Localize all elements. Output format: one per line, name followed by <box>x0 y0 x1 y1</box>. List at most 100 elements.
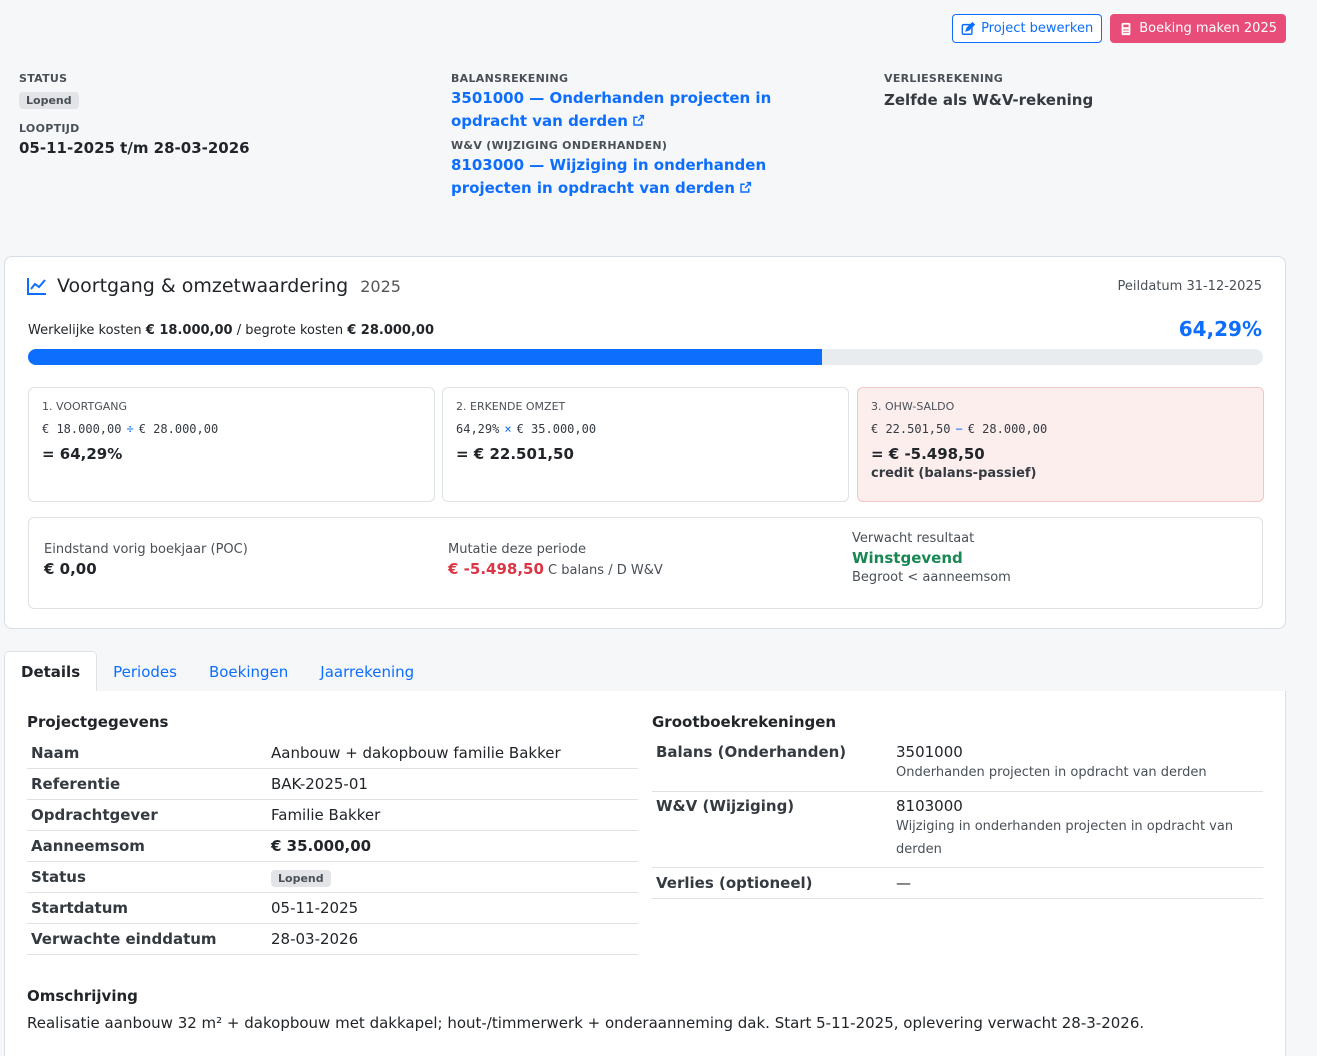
mutatie-note: C balans / D W&V <box>543 563 663 578</box>
mutatie-block: Mutatie deze periode € -5.498,50 C balan… <box>448 542 663 578</box>
edit-project-button[interactable]: Project bewerken <box>952 14 1103 43</box>
balans-account-link[interactable]: 3501000 — Onderhanden projecten in opdra… <box>451 87 841 133</box>
voortgang-card: 1. VOORTGANG € 18.000,00 ÷ € 28.000,00 = 6… <box>28 387 435 502</box>
verlies-label: VERLIESREKENING <box>884 72 1004 85</box>
ohw-saldo-card: 3. OHW-SALDO € 22.501,50− € 28.000,00 = €… <box>857 387 1264 502</box>
row-key: Aanneemsom <box>31 837 145 855</box>
table-row: Startdatum 05-11-2025 <box>27 893 638 924</box>
ohw-saldo-label: 3. OHW-SALDO <box>871 400 955 413</box>
progress-percentage: 64,29% <box>1178 317 1262 341</box>
row-key: Verwachte einddatum <box>31 930 217 948</box>
erkende-omzet-result: = € 22.501,50 <box>456 445 574 463</box>
row-key: Referentie <box>31 775 121 793</box>
progress-bar-fill <box>28 349 822 365</box>
mutatie-label: Mutatie deze periode <box>448 542 586 557</box>
account-number: 3501000 <box>896 743 963 761</box>
eindstand-value: € 0,00 <box>44 560 97 578</box>
account-description: Onderhanden projecten in opdracht van de… <box>896 765 1207 780</box>
account-description: Wijziging in onderhanden projecten in op… <box>896 819 1234 857</box>
progress-card-header: Voortgang & omzetwaardering 2025 <box>27 275 401 297</box>
eindstand-block: Eindstand vorig boekjaar (POC) € 0,00 <box>44 542 248 578</box>
calculator-icon <box>1121 22 1131 35</box>
minus-operator: − <box>955 422 963 436</box>
row-value: 05-11-2025 <box>271 899 359 917</box>
actual-costs: € 18.000,00 <box>145 323 233 338</box>
tab-boekingen[interactable]: Boekingen <box>193 651 304 692</box>
progress-bar <box>28 349 1263 365</box>
resultaat-note: Begroot < aanneemsom <box>852 570 1011 585</box>
looptijd-label: LOOPTIJD <box>19 122 80 135</box>
aanneemsom-value: € 35.000,00 <box>271 837 372 855</box>
table-row: W&V (Wijziging) 8103000 Wijziging in ond… <box>652 792 1263 868</box>
status-column: STATUS Lopend LOOPTIJD 05-11-2025 t/m 28… <box>19 72 419 157</box>
row-key: Verlies (optioneel) <box>656 874 813 892</box>
ohw-saldo-note: credit (balans-passief) <box>871 466 1037 481</box>
erkende-omzet-label: 2. ERKENDE OMZET <box>456 400 566 413</box>
budget-costs: € 28.000,00 <box>347 323 435 338</box>
row-key: Opdrachtgever <box>31 806 158 824</box>
costs-prefix: Werkelijke kosten <box>28 323 146 338</box>
row-value: 28-03-2026 <box>271 930 359 948</box>
voortgang-formula: € 18.000,00 ÷ € 28.000,00 <box>42 422 421 436</box>
omschrijving-title: Omschrijving <box>27 987 138 1005</box>
balans-label: BALANSREKENING <box>451 72 569 85</box>
create-booking-label: Boeking maken 2025 <box>1139 21 1277 36</box>
table-row: Naam Aanbouw + dakopbouw familie Bakker <box>27 738 638 769</box>
ohw-saldo-formula: € 22.501,50− € 28.000,00 <box>871 422 1250 436</box>
erkende-omzet-card: 2. ERKENDE OMZET 64,29% × € 35.000,00 = € … <box>442 387 849 502</box>
tab-jaarrekening[interactable]: Jaarrekening <box>304 651 430 692</box>
row-key: Balans (Onderhanden) <box>656 743 847 761</box>
projectgegevens-title: Projectgegevens <box>27 713 169 731</box>
multiply-operator: × <box>504 422 512 436</box>
summary-box: Eindstand vorig boekjaar (POC) € 0,00 Mu… <box>28 517 1263 609</box>
wv-account-link[interactable]: 8103000 — Wijziging in onderhanden proje… <box>451 154 841 200</box>
progress-year: 2025 <box>360 276 401 296</box>
status-badge: Lopend <box>271 869 331 887</box>
erkende-omzet-a: 64,29% <box>456 422 500 436</box>
erkende-omzet-formula: 64,29% × € 35.000,00 <box>456 422 835 436</box>
verlies-column: VERLIESREKENING Zelfde als W&V-rekening <box>884 72 1284 109</box>
table-row: Verwachte einddatum 28-03-2026 <box>27 924 638 955</box>
table-row: Aanneemsom € 35.000,00 <box>27 831 638 862</box>
tab-bar: Details Periodes Boekingen Jaarrekening <box>4 651 1286 693</box>
external-link-icon <box>633 114 645 126</box>
balans-account-text: 3501000 — Onderhanden projecten in opdra… <box>451 89 772 130</box>
tab-details[interactable]: Details <box>4 651 98 693</box>
details-panel: Projectgegevens Naam Aanbouw + dakopbouw… <box>4 691 1286 1056</box>
grootboek-table: Balans (Onderhanden) 3501000 Onderhanden… <box>652 738 1263 899</box>
account-number: 8103000 <box>896 797 963 815</box>
wv-label: W&V (WIJZIGING ONDERHANDEN) <box>451 139 668 152</box>
voortgang-a: € 18.000,00 <box>42 422 122 436</box>
top-actions: Project bewerken Boeking maken 2025 <box>952 14 1286 43</box>
status-badge: Lopend <box>19 92 79 109</box>
looptijd-value: 05-11-2025 t/m 28-03-2026 <box>19 139 250 157</box>
wv-account-text: 8103000 — Wijziging in onderhanden proje… <box>451 156 767 197</box>
resultaat-label: Verwacht resultaat <box>852 531 975 546</box>
peildatum: Peildatum 31-12-2025 <box>1117 279 1263 294</box>
status-label: STATUS <box>19 72 68 85</box>
accounts-column: BALANSREKENING 3501000 — Onderhanden pro… <box>451 72 851 200</box>
resultaat-value: Winstgevend <box>852 549 963 567</box>
row-value: Familie Bakker <box>271 806 381 824</box>
progress-card: Voortgang & omzetwaardering 2025 Peildat… <box>4 256 1286 629</box>
costs-line: Werkelijke kosten € 18.000,00 / begrote … <box>28 323 434 338</box>
row-key: Startdatum <box>31 899 129 917</box>
table-row: Opdrachtgever Familie Bakker <box>27 800 638 831</box>
account-number: — <box>896 874 911 892</box>
grootboek-title: Grootboekrekeningen <box>652 713 837 731</box>
table-row: Verlies (optioneel) — <box>652 868 1263 899</box>
create-booking-button[interactable]: Boeking maken 2025 <box>1110 14 1286 43</box>
costs-mid: / begrote kosten <box>232 323 348 338</box>
ohw-saldo-result: = € -5.498,50 <box>871 445 985 463</box>
ohw-saldo-b: € 28.000,00 <box>967 422 1048 436</box>
mutatie-value: € -5.498,50 <box>448 560 544 578</box>
omschrijving-text: Realisatie aanbouw 32 m² + dakopbouw met… <box>27 1014 1145 1032</box>
voortgang-b: € 28.000,00 <box>138 422 219 436</box>
erkende-omzet-b: € 35.000,00 <box>516 422 597 436</box>
table-row: Referentie BAK-2025-01 <box>27 769 638 800</box>
row-key: W&V (Wijziging) <box>656 797 795 815</box>
verlies-value: Zelfde als W&V-rekening <box>884 91 1094 109</box>
tab-periodes[interactable]: Periodes <box>97 651 193 692</box>
progress-title: Voortgang & omzetwaardering <box>57 275 349 297</box>
row-key: Naam <box>31 744 80 762</box>
